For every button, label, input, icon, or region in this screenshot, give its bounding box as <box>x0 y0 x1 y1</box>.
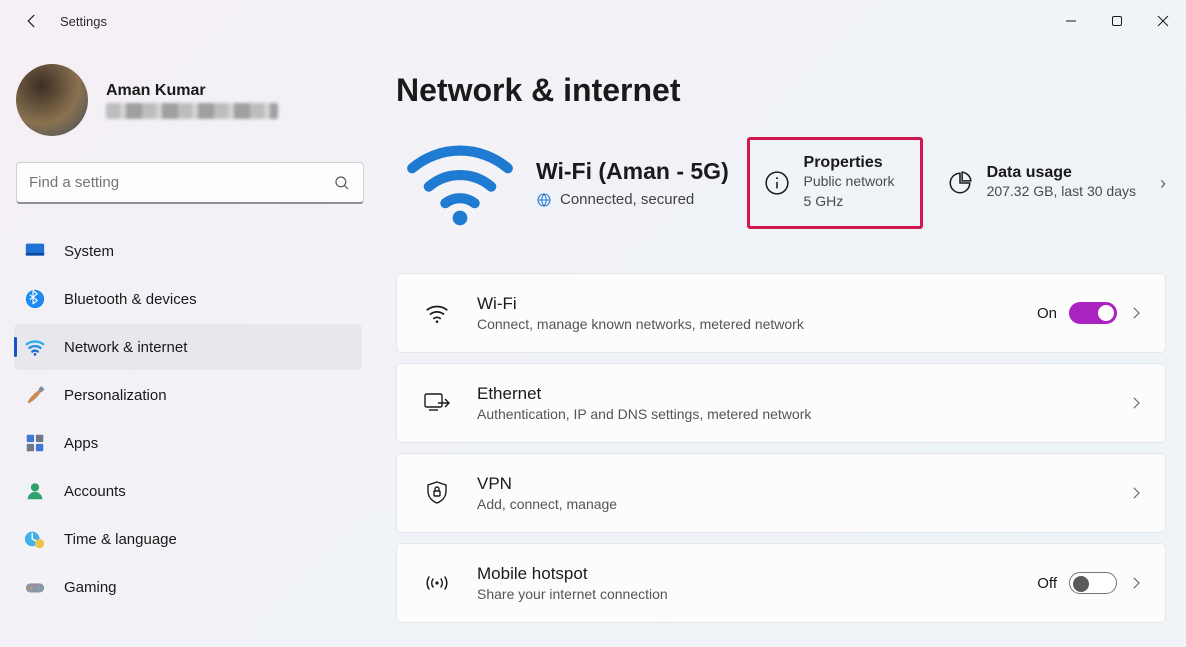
row-wifi[interactable]: Wi-Fi Connect, manage known networks, me… <box>396 273 1166 353</box>
search-icon <box>333 174 351 192</box>
back-button[interactable] <box>20 9 44 33</box>
sidebar-item-label: Network & internet <box>64 339 187 356</box>
properties-sub2: 5 GHz <box>804 192 895 212</box>
apps-icon <box>24 432 46 454</box>
search-input[interactable] <box>29 174 333 191</box>
sidebar-item-label: Time & language <box>64 531 177 548</box>
sidebar-item-label: Accounts <box>64 483 126 500</box>
settings-rows: Wi-Fi Connect, manage known networks, me… <box>396 273 1166 623</box>
sidebar-item-label: Apps <box>64 435 98 452</box>
sidebar-item-label: Personalization <box>64 387 167 404</box>
toggle-state-label: Off <box>1037 575 1057 592</box>
shield-lock-icon <box>425 480 449 506</box>
maximize-button[interactable] <box>1094 0 1140 42</box>
nav-list: System Bluetooth & devices Network & int… <box>14 228 380 610</box>
search-box[interactable] <box>16 162 364 204</box>
profile-email-redacted <box>106 103 278 119</box>
chevron-right-icon <box>1127 304 1145 322</box>
row-title: VPN <box>477 474 1117 494</box>
properties-title: Properties <box>804 154 895 172</box>
row-sub: Authentication, IP and DNS settings, met… <box>477 406 1117 422</box>
wifi-icon <box>424 300 450 326</box>
connection-status: Connected, secured <box>560 191 694 208</box>
sidebar-item-system[interactable]: System <box>14 228 362 274</box>
chevron-right-icon <box>1127 484 1145 502</box>
sidebar-item-bluetooth[interactable]: Bluetooth & devices <box>14 276 362 322</box>
hotspot-toggle[interactable] <box>1069 572 1117 594</box>
row-sub: Add, connect, manage <box>477 496 1117 512</box>
close-button[interactable] <box>1140 0 1186 42</box>
globe-icon <box>536 192 552 208</box>
maximize-icon <box>1111 15 1123 27</box>
window-controls <box>1048 0 1186 42</box>
chevron-right-icon <box>1127 574 1145 592</box>
sidebar-item-personalization[interactable]: Personalization <box>14 372 362 418</box>
chevron-right-icon <box>1127 394 1145 412</box>
row-sub: Connect, manage known networks, metered … <box>477 316 1037 332</box>
sidebar-item-gaming[interactable]: Gaming <box>14 564 362 610</box>
usage-title: Data usage <box>987 164 1136 182</box>
row-mobile-hotspot[interactable]: Mobile hotspot Share your internet conne… <box>396 543 1166 623</box>
chevron-right-icon: › <box>1150 173 1166 194</box>
wifi-icon <box>24 336 46 358</box>
person-icon <box>24 480 46 502</box>
wifi-large-icon <box>396 137 524 229</box>
sidebar-item-time-language[interactable]: Time & language <box>14 516 362 562</box>
main-content: Network & internet Wi-Fi (Aman - 5G) Con… <box>380 42 1186 647</box>
data-usage-button[interactable]: Data usage 207.32 GB, last 30 days <box>933 156 1150 210</box>
hotspot-icon <box>424 571 450 595</box>
row-sub: Share your internet connection <box>477 586 1037 602</box>
profile[interactable]: Aman Kumar <box>14 64 380 136</box>
sidebar-item-label: Gaming <box>64 579 117 596</box>
ethernet-icon <box>423 391 451 415</box>
system-icon <box>24 240 46 262</box>
properties-sub1: Public network <box>804 172 895 192</box>
sidebar-item-label: Bluetooth & devices <box>64 291 197 308</box>
info-icon <box>764 170 790 196</box>
ssid-title: Wi-Fi (Aman - 5G) <box>536 158 747 185</box>
network-hero: Wi-Fi (Aman - 5G) Connected, secured Pro… <box>396 137 1166 229</box>
app-title: Settings <box>60 14 107 29</box>
toggle-state-label: On <box>1037 305 1057 322</box>
titlebar: Settings <box>0 0 1186 42</box>
close-icon <box>1157 15 1169 27</box>
sidebar-item-accounts[interactable]: Accounts <box>14 468 362 514</box>
pie-icon <box>947 170 973 196</box>
paintbrush-icon <box>24 384 46 406</box>
row-ethernet[interactable]: Ethernet Authentication, IP and DNS sett… <box>396 363 1166 443</box>
arrow-left-icon <box>23 12 41 30</box>
row-title: Wi-Fi <box>477 294 1037 314</box>
clock-globe-icon <box>24 528 46 550</box>
sidebar-item-network[interactable]: Network & internet <box>14 324 362 370</box>
row-title: Mobile hotspot <box>477 564 1037 584</box>
sidebar-item-label: System <box>64 243 114 260</box>
minimize-button[interactable] <box>1048 0 1094 42</box>
avatar <box>16 64 88 136</box>
sidebar: Aman Kumar System Bluetooth & devices Ne… <box>0 42 380 647</box>
properties-button[interactable]: Properties Public network 5 GHz <box>747 137 923 228</box>
profile-name: Aman Kumar <box>106 82 278 100</box>
page-title: Network & internet <box>396 72 1166 109</box>
bluetooth-icon <box>24 288 46 310</box>
minimize-icon <box>1065 15 1077 27</box>
usage-sub: 207.32 GB, last 30 days <box>987 182 1136 202</box>
row-title: Ethernet <box>477 384 1117 404</box>
sidebar-item-apps[interactable]: Apps <box>14 420 362 466</box>
gamepad-icon <box>24 576 46 598</box>
wifi-toggle[interactable] <box>1069 302 1117 324</box>
row-vpn[interactable]: VPN Add, connect, manage <box>396 453 1166 533</box>
